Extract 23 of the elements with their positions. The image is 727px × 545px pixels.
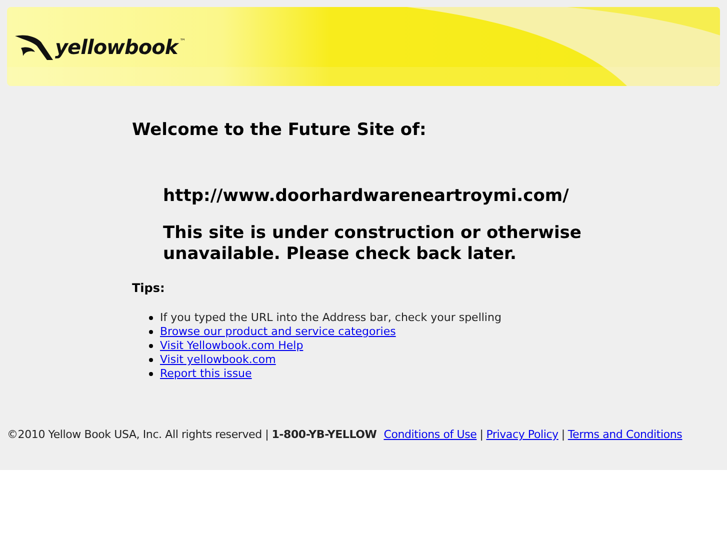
bullet-icon (149, 330, 153, 334)
phone-number: 1-800-YB-YELLOW (272, 427, 377, 443)
construction-message: This site is under construction or otherwise unavailable. Please check back later. (163, 223, 582, 265)
tip-link[interactable]: Visit Yellowbook.com Help (160, 339, 304, 353)
footer-link[interactable]: Conditions of Use (384, 427, 477, 444)
tip-link[interactable]: Browse our product and service categories (160, 325, 396, 339)
swoosh-icon (15, 34, 53, 60)
bullet-icon (149, 316, 153, 320)
footer-text: | (561, 427, 565, 443)
footer-text: | (480, 427, 484, 443)
bullet-icon (149, 358, 153, 362)
tip-link[interactable]: Visit yellowbook.com (160, 353, 276, 367)
footer-text: ©2010 Yellow Book USA, Inc. All rights reserved | (7, 427, 269, 443)
tips-title: Tips: (132, 280, 166, 297)
site-url: http://www.doorhardwareneartroymi.com/ (163, 184, 570, 208)
bullet-icon (149, 372, 153, 376)
footer-link[interactable]: Terms and Conditions (568, 427, 682, 444)
footer-link[interactable]: Privacy Policy (486, 427, 558, 444)
logo-text: yellowbook (55, 34, 178, 60)
tip-text: If you typed the URL into the Address bar, check your spelling (160, 311, 502, 325)
tip-link[interactable]: Report this issue (160, 367, 252, 381)
heading: Welcome to the Future Site of: (132, 119, 428, 142)
bullet-icon (149, 344, 153, 348)
